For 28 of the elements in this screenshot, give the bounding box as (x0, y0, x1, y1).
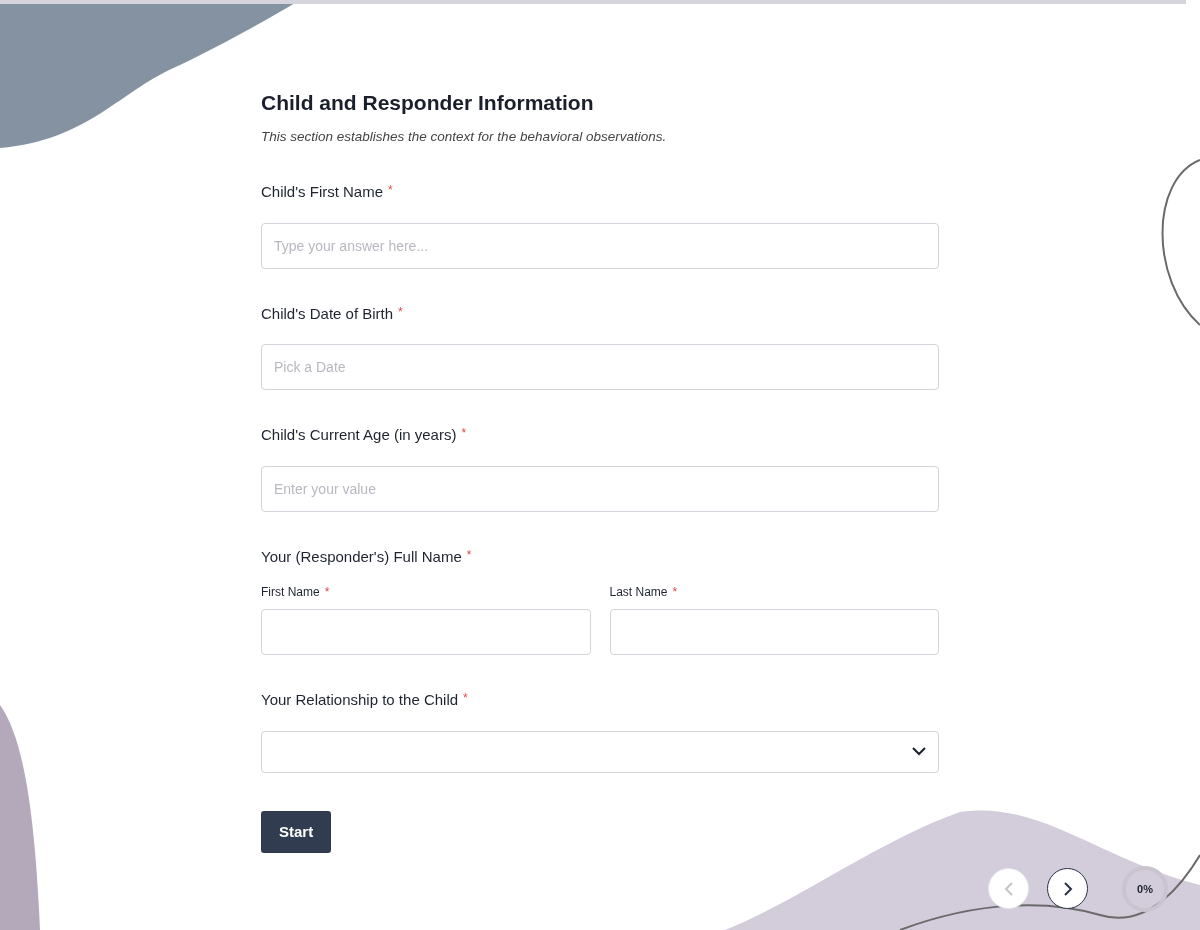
required-marker: * (461, 426, 467, 441)
field-label: First Name (261, 585, 320, 600)
question-label: Your (Responder's) Full Name (261, 547, 462, 565)
required-marker: * (463, 691, 468, 706)
input-field[interactable] (609, 609, 939, 656)
required-marker: * (672, 585, 678, 600)
dropdown-field[interactable] (261, 730, 939, 773)
chevron-left-icon (1003, 880, 1014, 897)
chevron-right-icon (1062, 880, 1073, 897)
section-description: This section establishes the context for the behavioral observations. (261, 128, 668, 147)
question-label: Child's Date of Birth (261, 304, 394, 322)
question-label: Child's First Name (261, 183, 384, 201)
required-marker: * (466, 547, 472, 562)
progress-ring (1121, 865, 1169, 913)
field-label: Last Name (609, 585, 668, 600)
required-marker: * (388, 183, 393, 198)
required-marker: * (324, 585, 330, 600)
required-marker: * (398, 304, 403, 319)
chevron-down-icon (912, 747, 926, 757)
question-label: Your Relationship to the Child (261, 691, 459, 709)
progress-reading: 0% (1137, 881, 1153, 897)
date-field[interactable]: Pick a Date (261, 344, 939, 391)
input-field[interactable]: Type your answer here... (261, 222, 939, 269)
start-button[interactable]: Start (261, 810, 332, 854)
input-field[interactable] (261, 609, 591, 656)
question-label: Child's Current Age (in years) (261, 426, 457, 444)
section-title: Child and Responder Information (261, 90, 595, 116)
input-field[interactable]: Enter your value (261, 465, 939, 512)
